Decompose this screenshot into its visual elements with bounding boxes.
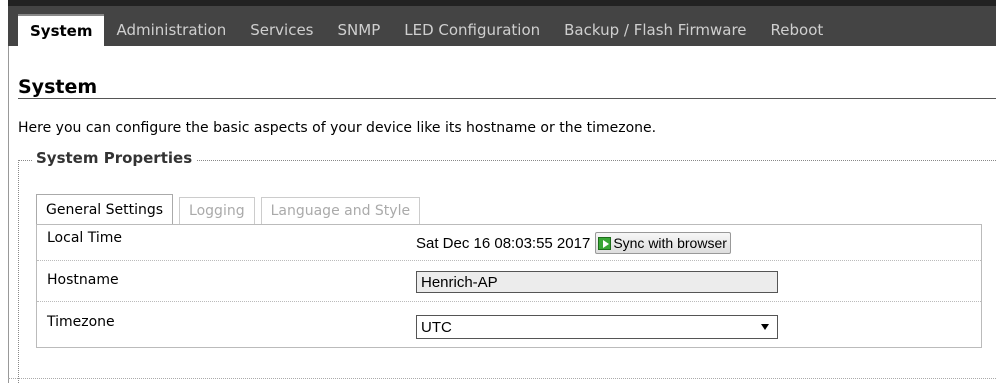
main-tabs: System Administration Services SNMP LED … [18, 14, 835, 46]
timezone-label: Timezone [47, 314, 115, 330]
sync-with-browser-button[interactable]: Sync with browser [595, 232, 731, 254]
fieldset-legend: System Properties [32, 149, 197, 167]
sub-tabs: General Settings Logging Language and St… [36, 194, 426, 224]
tab-led-configuration[interactable]: LED Configuration [392, 14, 552, 46]
timezone-selected-value: UTC [421, 318, 452, 336]
tab-administration[interactable]: Administration [104, 14, 238, 46]
hostname-value-group [416, 271, 778, 293]
tab-reboot[interactable]: Reboot [759, 14, 836, 46]
hostname-label: Hostname [47, 272, 119, 288]
page-description: Here you can configure the basic aspects… [18, 120, 657, 136]
hostname-input[interactable] [416, 271, 778, 293]
page-title: System [18, 76, 98, 98]
tab-services[interactable]: Services [238, 14, 325, 46]
local-time-label: Local Time [47, 230, 122, 246]
local-time-value-group: Sat Dec 16 08:03:55 2017 Sync with brows… [416, 232, 731, 254]
fieldset-bottom-border [8, 378, 996, 379]
top-nav-strip [8, 0, 996, 6]
timezone-select[interactable]: UTC [416, 315, 778, 339]
subtab-general-settings[interactable]: General Settings [36, 194, 174, 224]
subtab-language-and-style[interactable]: Language and Style [260, 197, 421, 224]
local-time-row: Local Time Sat Dec 16 08:03:55 2017 Sync… [37, 225, 981, 261]
tab-backup-flash-firmware[interactable]: Backup / Flash Firmware [552, 14, 758, 46]
local-time-value: Sat Dec 16 08:03:55 2017 [416, 234, 591, 252]
timezone-value-group: UTC [416, 315, 778, 339]
general-settings-panel: Local Time Sat Dec 16 08:03:55 2017 Sync… [36, 224, 982, 348]
timezone-row: Timezone UTC [37, 302, 981, 348]
content-left-border [8, 46, 9, 383]
tab-snmp[interactable]: SNMP [326, 14, 393, 46]
title-divider [18, 98, 996, 99]
play-icon [598, 236, 612, 250]
hostname-row: Hostname [37, 261, 981, 302]
tab-system[interactable]: System [18, 14, 105, 46]
sync-button-label: Sync with browser [613, 235, 727, 251]
chevron-down-icon [761, 324, 769, 330]
subtab-logging[interactable]: Logging [179, 197, 255, 224]
